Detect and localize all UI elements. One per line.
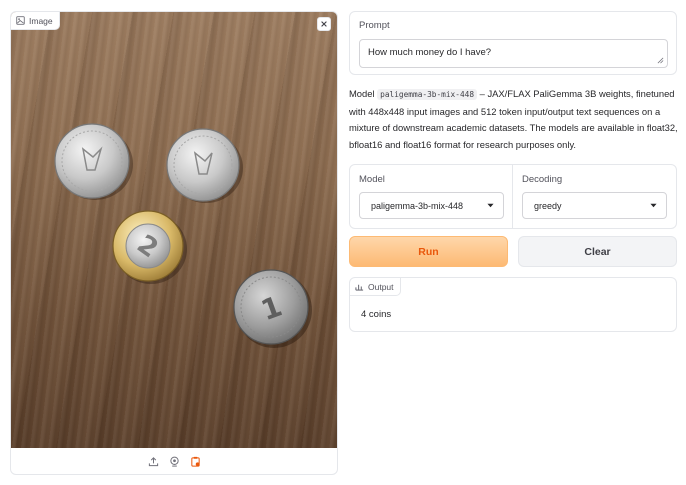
model-dropdown-value: paligemma-3b-mix-448 bbox=[371, 200, 464, 211]
upload-button[interactable] bbox=[146, 454, 160, 468]
options-divider bbox=[512, 165, 513, 228]
output-text: 4 coins bbox=[361, 309, 392, 320]
clear-image-button[interactable] bbox=[317, 17, 331, 31]
decoding-dropdown-value: greedy bbox=[534, 200, 562, 211]
chevron-down-icon bbox=[487, 203, 494, 208]
coin bbox=[166, 128, 240, 202]
coins-photo: 2 1 bbox=[54, 123, 312, 348]
clipboard-button[interactable] bbox=[188, 454, 202, 468]
description-prefix: Model bbox=[349, 88, 378, 99]
webcam-button[interactable] bbox=[167, 454, 181, 468]
uploaded-image: 2 1 bbox=[11, 12, 337, 448]
image-input-panel[interactable]: 2 1 Image bbox=[10, 11, 338, 475]
model-label: Model bbox=[359, 174, 385, 185]
coin bbox=[54, 123, 130, 199]
decoding-label: Decoding bbox=[522, 174, 563, 185]
coin: 2 bbox=[112, 210, 184, 282]
image-label-badge: Image bbox=[11, 12, 60, 30]
prompt-input-text: How much money do I have? bbox=[368, 47, 492, 58]
image-source-toolbar bbox=[11, 448, 337, 474]
chart-icon bbox=[355, 282, 364, 291]
clipboard-icon bbox=[190, 456, 200, 467]
chevron-down-icon bbox=[650, 203, 657, 208]
image-icon bbox=[16, 16, 25, 25]
upload-icon bbox=[148, 456, 158, 466]
decoding-dropdown[interactable]: greedy bbox=[522, 192, 667, 219]
output-label-text: Output bbox=[368, 281, 394, 292]
model-code: paligemma-3b-mix-448 bbox=[377, 89, 478, 100]
image-label-text: Image bbox=[29, 15, 53, 26]
prompt-input[interactable]: How much money do I have? bbox=[359, 39, 668, 68]
output-label-badge: Output bbox=[350, 278, 401, 296]
coin: 1 bbox=[233, 269, 309, 345]
model-dropdown[interactable]: paligemma-3b-mix-448 bbox=[359, 192, 504, 219]
model-description: Model paligemma-3b-mix-448 – JAX/FLAX Pa… bbox=[349, 86, 679, 153]
run-button[interactable]: Run bbox=[349, 236, 508, 267]
options-row: Model paligemma-3b-mix-448 Decoding gree… bbox=[349, 164, 677, 229]
resize-grip-icon[interactable] bbox=[657, 57, 664, 64]
prompt-label: Prompt bbox=[359, 20, 390, 31]
close-icon bbox=[321, 21, 327, 27]
prompt-block: Prompt How much money do I have? bbox=[349, 11, 677, 75]
output-block: Output 4 coins bbox=[349, 277, 677, 332]
webcam-icon bbox=[169, 456, 179, 467]
clear-button[interactable]: Clear bbox=[518, 236, 677, 267]
